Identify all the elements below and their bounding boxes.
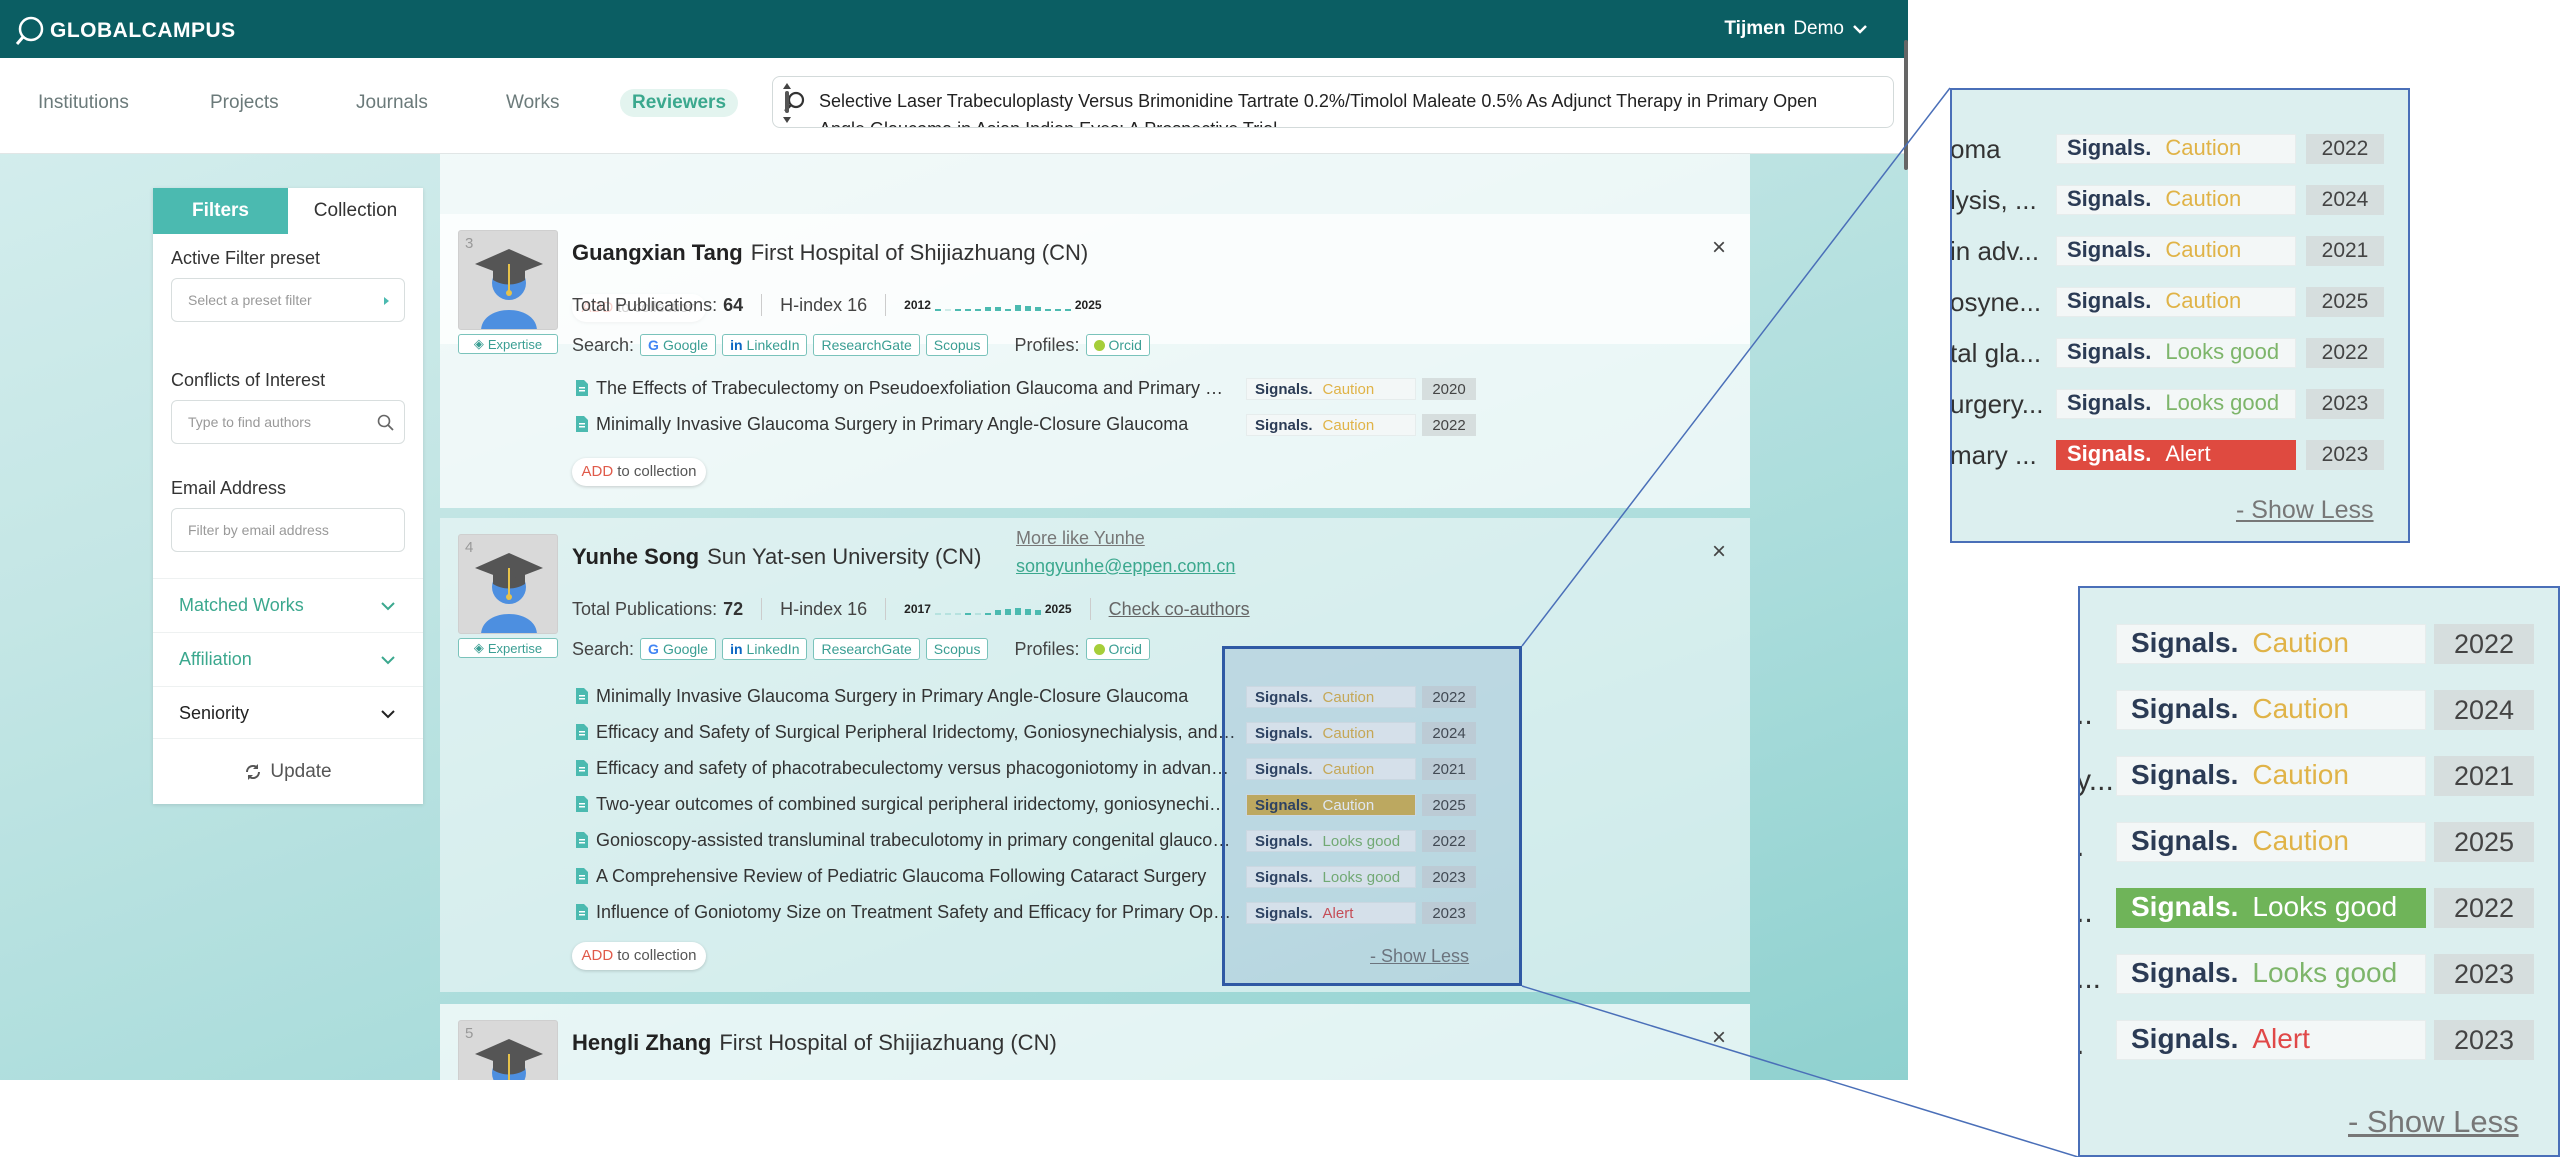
signals-label: Signals. <box>2067 186 2152 211</box>
zoom-signal-value: Alert <box>2252 1023 2310 1054</box>
zoom-signal-value: Caution <box>2252 825 2349 856</box>
zoom-signal-badge: Signals. Caution <box>2116 822 2426 862</box>
signals-label: Signals. <box>2067 390 2152 415</box>
zoom-work-title: lysis, ... <box>1950 185 2037 215</box>
signals-label: Signals. <box>2131 693 2239 724</box>
zoom-work-title: ... <box>2078 962 2102 995</box>
zoom-work-year: 2023 <box>2306 440 2384 470</box>
signals-label: Signals. <box>2131 957 2239 988</box>
zoom-signal-badge: Signals. Alert <box>2116 1020 2426 1060</box>
signals-label: Signals. <box>2131 627 2239 658</box>
zoom-signal-value: Looks good <box>2165 390 2280 415</box>
zoom-work-year: 2021 <box>2434 756 2534 796</box>
zoom-signal-badge: Signals. Alert <box>2056 440 2296 470</box>
signals-label: Signals. <box>2067 135 2152 160</box>
zoom-work-year: 2024 <box>2434 690 2534 730</box>
zoom-signal-value: Looks good <box>2252 957 2398 988</box>
zoom-signal-badge: Signals. Caution <box>2056 134 2296 164</box>
zoom-signal-badge: Signals. Looks good <box>2116 888 2426 928</box>
zoom-signal-value: Caution <box>2252 627 2349 658</box>
zoom-signal-badge: Signals. Caution <box>2116 624 2426 664</box>
zoom-signal-value: Looks good <box>2165 339 2280 364</box>
zoom-signal-value: Caution <box>2252 693 2349 724</box>
zoom-work-year: 2023 <box>2434 1020 2534 1060</box>
zoom-work-year: 2022 <box>2434 624 2534 664</box>
zoom-signal-value: Caution <box>2252 759 2349 790</box>
zoom-work-year: 2023 <box>2434 954 2534 994</box>
zoom-work-title: .. <box>2080 896 2093 929</box>
zoom-signal-value: Caution <box>2165 237 2242 262</box>
signals-label: Signals. <box>2131 891 2239 922</box>
zoom-signal-badge: Signals. Looks good <box>2056 338 2296 368</box>
signals-label: Signals. <box>2131 1023 2239 1054</box>
zoom-signal-badge: Signals. Caution <box>2116 690 2426 730</box>
zoom-work-year: 2022 <box>2306 338 2384 368</box>
zoom-work-year: 2024 <box>2306 185 2384 215</box>
zoom-signal-value: Caution <box>2165 186 2242 211</box>
zoom-work-title: tal gla... <box>1950 338 2042 368</box>
zoom-work-title: mary ... <box>1950 440 2037 470</box>
zoom-work-title: .. <box>2080 698 2093 731</box>
zoom-signal-value: Caution <box>2165 135 2242 160</box>
zoom-panel-1: oma Signals. Caution 2022 lysis, ... Signals.… <box>1950 88 2410 543</box>
zoom-signal-value: Looks good <box>2252 891 2398 922</box>
zoom-signal-badge: Signals. Looks good <box>2116 954 2426 994</box>
zoom-work-year: 2025 <box>2306 287 2384 317</box>
zoom-work-title: . <box>2080 830 2084 864</box>
zoom-work-title: . <box>2080 1028 2084 1062</box>
zoom-signal-badge: Signals. Caution <box>2056 287 2296 317</box>
zoom-signal-value: Caution <box>2165 288 2242 313</box>
zoom-work-year: 2023 <box>2306 389 2384 419</box>
signals-label: Signals. <box>2131 825 2239 856</box>
zoom-signal-badge: Signals. Looks good <box>2056 389 2296 419</box>
zoom-work-title: urgery... <box>1950 389 2044 419</box>
zoom-work-year: 2021 <box>2306 236 2384 266</box>
signals-label: Signals. <box>2067 288 2152 313</box>
zoom-signal-badge: Signals. Caution <box>2056 236 2296 266</box>
zoom-work-title: y... <box>2078 764 2114 797</box>
signals-label: Signals. <box>2067 441 2152 466</box>
signals-label: Signals. <box>2131 759 2239 790</box>
zoom-work-title: oma <box>1950 134 2001 164</box>
zoom-work-year: 2022 <box>2306 134 2384 164</box>
zoom-work-year: 2025 <box>2434 822 2534 862</box>
zoom-work-title: osyne... <box>1950 287 2042 317</box>
zoom-signal-badge: Signals. Caution <box>2116 756 2426 796</box>
zoom-work-title: in adv... <box>1950 236 2040 266</box>
zoom-show-less-link: - Show Less <box>2348 1104 2519 1139</box>
zoom-work-year: 2022 <box>2434 888 2534 928</box>
zoom-signal-badge: Signals. Caution <box>2056 185 2296 215</box>
zoom-panel-2: Signals. Caution 2022.. Signals. Caution 2024… <box>2078 586 2560 1157</box>
zoom-show-less-link: - Show Less <box>2236 496 2374 524</box>
signals-label: Signals. <box>2067 237 2152 262</box>
zoom-signal-value: Alert <box>2165 441 2211 466</box>
signals-label: Signals. <box>2067 339 2152 364</box>
